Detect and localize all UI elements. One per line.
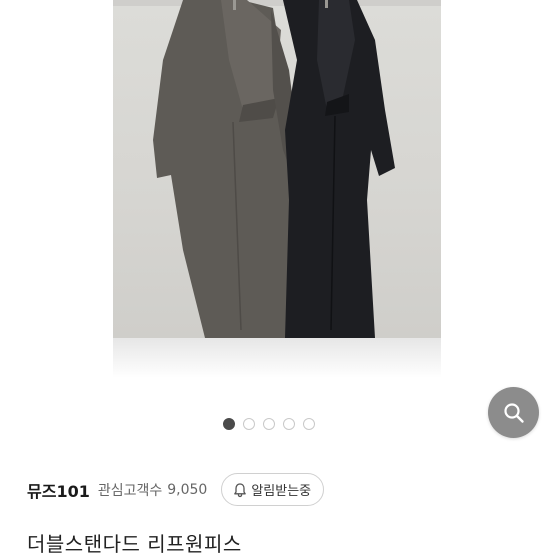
- photo-reflection: [113, 338, 441, 378]
- notify-button[interactable]: 알림받는중: [221, 473, 325, 506]
- gallery-pagination[interactable]: [223, 416, 315, 432]
- pagination-dot-1[interactable]: [223, 418, 235, 430]
- search-button[interactable]: [488, 387, 539, 438]
- follower-label: 관심고객수: [97, 482, 163, 499]
- notify-label: 알림받는중: [251, 484, 312, 499]
- pagination-dot-4[interactable]: [283, 418, 295, 430]
- product-title: 더블스탠다드 리프원피스: [27, 532, 242, 556]
- follower-count: 9,050: [167, 481, 208, 498]
- dress-photo-illustration: [113, 0, 441, 338]
- bell-icon: [234, 482, 247, 497]
- search-icon: [503, 402, 524, 423]
- product-gallery[interactable]: [0, 0, 554, 395]
- pagination-dot-3[interactable]: [263, 418, 275, 430]
- seller-name[interactable]: 뮤즈101: [27, 478, 90, 502]
- seller-info: 뮤즈101 관심고객수 9,050 알림받는중: [27, 471, 325, 508]
- product-image[interactable]: [113, 0, 441, 338]
- pagination-dot-2[interactable]: [243, 418, 255, 430]
- pagination-dot-5[interactable]: [303, 418, 315, 430]
